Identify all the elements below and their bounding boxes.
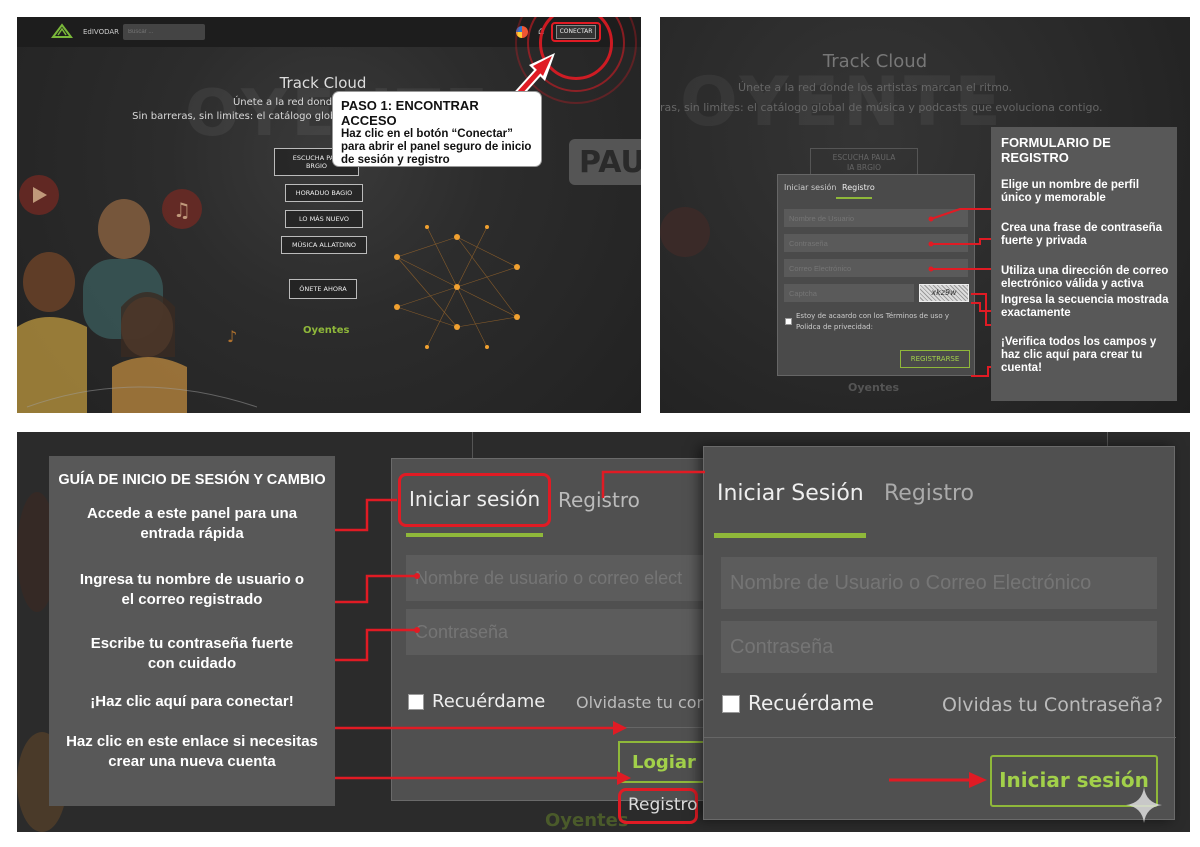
guide-leader-lines <box>335 498 631 785</box>
music-allatdino-button[interactable]: MÚSICA ALLATDINO <box>281 236 367 254</box>
username-field[interactable] <box>721 557 1157 609</box>
newest-button[interactable]: LO MÁS NUEVO <box>285 210 363 228</box>
password-field[interactable] <box>721 621 1157 673</box>
tab-login[interactable]: Iniciar sesión <box>784 183 836 192</box>
sparkle-icon <box>1126 787 1162 823</box>
callout-leader-lines <box>928 208 1000 377</box>
panel-login-guide: Oyentes Iniciar sesión Registro Recuérda… <box>17 432 1190 832</box>
search-input[interactable] <box>123 24 205 40</box>
callout-item: Haz clic en este enlace si necesitas cre… <box>66 733 318 770</box>
panel-step1-home: OYENTE PAU ♫ ♪ EdIVODAR <box>17 17 641 413</box>
divider <box>472 432 473 460</box>
connect-button[interactable]: CONECTAR <box>556 25 596 39</box>
horaduo-bagio-button[interactable]: HORADUO BAGIO <box>285 184 363 202</box>
registration-callout: FORMULARIO DE REGISTRO Elige un nombre d… <box>991 127 1177 401</box>
login-form-front: Iniciar Sesión Registro Recuérdame Olvid… <box>703 446 1176 823</box>
divider <box>704 737 1176 738</box>
login-guide-callout: GUÍA DE INICIO DE SESIÓN Y CAMBIO Accede… <box>49 456 335 806</box>
callout-body: Haz clic en el botón “Conectar” para abr… <box>341 128 532 167</box>
callout-item: Ingresa tu nombre de usuario o el correo… <box>79 571 305 608</box>
join-now-button[interactable]: ÓNETE AHORA <box>289 279 357 299</box>
bg-word-pau: PAU <box>569 139 641 185</box>
listeners-label: Oyentes <box>545 810 629 831</box>
callout-title: GUÍA DE INICIO DE SESIÓN Y CAMBIO <box>58 472 326 488</box>
hero-subtitle-line1: Únete a la red donde los artistas marcan… <box>738 81 1012 94</box>
captcha-field[interactable] <box>784 284 914 302</box>
forgot-password-link[interactable]: Olvidas tu Contraseña? <box>942 694 1163 716</box>
hero-title: Track Cloud <box>822 51 928 72</box>
callout-title: FORMULARIO DE REGISTRO <box>1001 135 1111 165</box>
panel-registration: OYENTE Track Cloud Únete a la red donde … <box>660 17 1190 413</box>
listeners-label: Oyentes <box>303 325 350 336</box>
callout-title: PASO 1: ENCONTRAR ACCESO <box>341 98 479 128</box>
callout-item: Crea una frase de contraseña fuerte y pr… <box>1001 222 1163 248</box>
step1-callout: PASO 1: ENCONTRAR ACCESO Haz clic en el … <box>333 92 541 166</box>
bg-decoration <box>660 207 710 257</box>
terms-checkbox[interactable] <box>785 318 792 325</box>
callout-item: ¡Haz clic aquí para conectar! <box>90 693 294 710</box>
listeners-label: Oyentes <box>848 381 900 394</box>
network-graphic <box>394 225 520 349</box>
register-link[interactable]: Registro <box>628 795 698 815</box>
callout-item: Accede a este panel para una entrada ráp… <box>86 505 298 542</box>
remember-label: Recuérdame <box>748 691 874 715</box>
submit-arrow <box>889 772 987 788</box>
callout-item: ¡Verifica todos los campos y haz clic aq… <box>1001 336 1157 375</box>
active-tab-indicator <box>714 533 866 538</box>
brand-name[interactable]: EdIVODAR <box>83 28 119 36</box>
callout-item: Ingresa la secuencia mostrada exactament… <box>1001 294 1169 320</box>
tab-login[interactable]: Iniciar Sesión <box>717 481 864 506</box>
brand-logo-icon[interactable] <box>51 23 73 39</box>
remember-checkbox[interactable] <box>722 695 740 713</box>
tab-register[interactable]: Registro <box>884 481 974 506</box>
tab-register[interactable]: Registro <box>842 183 875 192</box>
active-tab-indicator <box>836 197 872 199</box>
callout-item: Escribe tu contraseña fuerte con cuidado <box>90 635 294 672</box>
hero-subtitle-line2: ras, sin limites: el catálogo global de … <box>660 101 1103 114</box>
svg-text:♫: ♫ <box>173 198 191 222</box>
svg-text:♪: ♪ <box>227 327 237 346</box>
callout-item: Elige un nombre de perfil único y memora… <box>1001 179 1140 205</box>
listeners-illustration: ♫ ♪ <box>17 175 257 413</box>
